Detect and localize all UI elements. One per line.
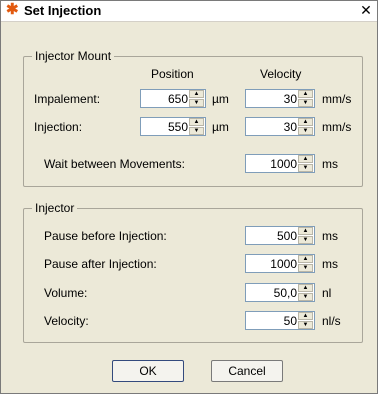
injector-legend: Injector — [35, 201, 75, 215]
volume-unit: nl — [322, 286, 332, 300]
injection-velocity-unit: mm/s — [322, 120, 352, 134]
impalement-position-value: 650 — [167, 92, 188, 106]
cancel-button[interactable]: Cancel — [211, 360, 283, 382]
impalement-velocity-value: 30 — [283, 92, 297, 106]
impalement-position-spinbox[interactable]: 650 ▲ ▼ — [140, 89, 206, 108]
position-header: Position — [151, 67, 194, 81]
pause-after-injection-unit: ms — [322, 257, 338, 271]
triangle-down-icon[interactable]: ▼ — [298, 321, 313, 329]
wait-between-movements-value: 1000 — [270, 157, 297, 171]
triangle-up-icon[interactable]: ▲ — [298, 227, 313, 235]
wait-between-movements-spinbox[interactable]: 1000 ▲ ▼ — [245, 154, 315, 173]
triangle-up-icon[interactable]: ▲ — [298, 284, 313, 292]
triangle-up-icon[interactable]: ▲ — [298, 255, 313, 263]
triangle-up-icon[interactable]: ▲ — [298, 90, 313, 98]
triangle-up-icon[interactable]: ▲ — [298, 155, 313, 163]
dialog-window: ✱ Set Injection ✕ Injector Mount Positio… — [0, 0, 378, 394]
triangle-up-icon[interactable]: ▲ — [298, 312, 313, 320]
pause-before-injection-spinbox[interactable]: 500 ▲ ▼ — [245, 226, 315, 245]
pause-before-injection-value: 500 — [276, 229, 297, 243]
injection-position-spinbox[interactable]: 550 ▲ ▼ — [140, 117, 206, 136]
pause-before-injection-label: Pause before Injection: — [44, 229, 167, 243]
injection-position-unit: µm — [212, 120, 229, 134]
triangle-down-icon[interactable]: ▼ — [298, 264, 313, 272]
injector-velocity-unit: nl/s — [322, 314, 341, 328]
impalement-velocity-spinbox[interactable]: 30 ▲ ▼ — [245, 89, 315, 108]
pause-before-injection-unit: ms — [322, 229, 338, 243]
app-icon: ✱ — [6, 1, 19, 18]
triangle-down-icon[interactable]: ▼ — [189, 99, 204, 107]
wait-between-movements-unit: ms — [322, 157, 338, 171]
triangle-down-icon[interactable]: ▼ — [298, 236, 313, 244]
injector-velocity-label: Velocity: — [44, 314, 89, 328]
triangle-down-icon[interactable]: ▼ — [298, 293, 313, 301]
impalement-position-unit: µm — [212, 92, 229, 106]
window-title: Set Injection — [24, 3, 102, 18]
triangle-down-icon[interactable]: ▼ — [298, 164, 313, 172]
triangle-up-icon[interactable]: ▲ — [189, 118, 204, 126]
triangle-down-icon[interactable]: ▼ — [298, 127, 313, 135]
impalement-velocity-unit: mm/s — [322, 92, 352, 106]
volume-spinbox[interactable]: 50,0 ▲ ▼ — [245, 283, 315, 302]
triangle-up-icon[interactable]: ▲ — [298, 118, 313, 126]
injector-velocity-spinbox[interactable]: 50 ▲ ▼ — [245, 311, 315, 330]
volume-label: Volume: — [44, 286, 88, 300]
pause-after-injection-label: Pause after Injection: — [44, 257, 157, 271]
title-bar: ✱ Set Injection ✕ — [1, 1, 377, 22]
triangle-down-icon[interactable]: ▼ — [298, 99, 313, 107]
triangle-up-icon[interactable]: ▲ — [189, 90, 204, 98]
pause-after-injection-value: 1000 — [270, 257, 297, 271]
triangle-down-icon[interactable]: ▼ — [189, 127, 204, 135]
ok-button[interactable]: OK — [112, 360, 184, 382]
injector-velocity-value: 50 — [283, 314, 297, 328]
injection-label: Injection: — [34, 120, 83, 134]
injection-velocity-spinbox[interactable]: 30 ▲ ▼ — [245, 117, 315, 136]
impalement-label: Impalement: — [34, 92, 101, 106]
pause-after-injection-spinbox[interactable]: 1000 ▲ ▼ — [245, 254, 315, 273]
volume-value: 50,0 — [273, 286, 297, 300]
injector-mount-legend: Injector Mount — [35, 49, 112, 63]
velocity-header: Velocity — [260, 67, 302, 81]
wait-between-movements-label: Wait between Movements: — [44, 157, 185, 171]
injection-velocity-value: 30 — [283, 120, 297, 134]
close-button[interactable]: ✕ — [359, 3, 373, 17]
injection-position-value: 550 — [167, 120, 188, 134]
